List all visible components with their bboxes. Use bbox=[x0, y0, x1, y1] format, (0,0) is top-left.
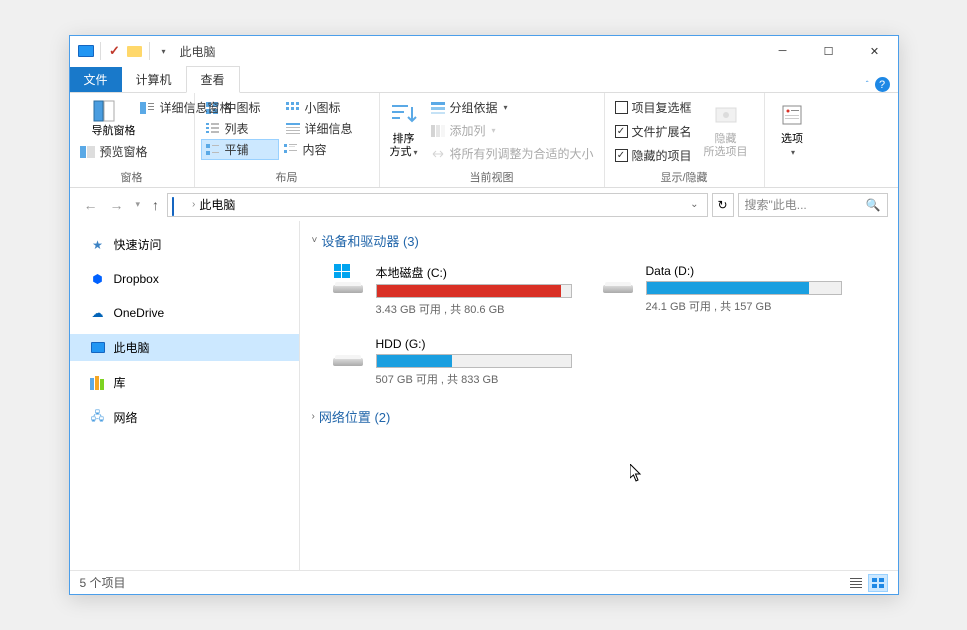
sidebar-item-thispc[interactable]: 此电脑 bbox=[70, 334, 299, 361]
layout-content-button[interactable]: 内容 bbox=[279, 139, 359, 160]
tab-file[interactable]: 文件 bbox=[70, 67, 122, 92]
recent-dropdown-icon[interactable]: ▾ bbox=[132, 197, 145, 212]
drive-item[interactable]: 本地磁盘 (C:) 3.43 GB 可用 , 共 80.6 GB bbox=[326, 260, 576, 321]
sidebar-item-dropbox[interactable]: ⬢Dropbox bbox=[70, 266, 299, 292]
sidebar-item-quick[interactable]: ★快速访问 bbox=[70, 231, 299, 258]
titlebar: ✓ ▾ 此电脑 ─ ☐ ✕ bbox=[70, 36, 898, 66]
nav-pane-button[interactable]: 导航窗格 bbox=[90, 97, 138, 140]
libraries-icon bbox=[90, 375, 106, 391]
layout-small-button[interactable]: 小图标 bbox=[281, 97, 361, 118]
help-icon[interactable]: ? bbox=[875, 77, 890, 92]
layout-list-button[interactable]: 列表 bbox=[201, 118, 281, 139]
details-view-button[interactable] bbox=[846, 574, 866, 592]
up-button[interactable]: ↑ bbox=[148, 195, 163, 215]
search-placeholder: 搜索"此电... bbox=[745, 196, 807, 213]
checkbox-icon bbox=[615, 101, 628, 114]
tab-computer[interactable]: 计算机 bbox=[122, 67, 186, 92]
search-icon: 🔍 bbox=[866, 198, 881, 212]
network-icon: 🖧 bbox=[90, 410, 106, 426]
layout-tiles-button[interactable]: 平铺 bbox=[201, 139, 279, 160]
drive-name: Data (D:) bbox=[646, 264, 842, 278]
explorer-window: ✓ ▾ 此电脑 ─ ☐ ✕ 文件 计算机 查看 ˆ ? bbox=[69, 35, 899, 595]
drive-item[interactable]: HDD (G:) 507 GB 可用 , 共 833 GB bbox=[326, 333, 576, 391]
hidden-items-toggle[interactable]: ✓隐藏的项目 bbox=[611, 145, 696, 166]
size-columns-button: 将所有列调整为合适的大小 bbox=[426, 143, 598, 164]
checkbox-items-toggle[interactable]: 项目复选框 bbox=[611, 97, 696, 118]
status-bar: 5 个项目 bbox=[70, 570, 898, 594]
ribbon-tabs: 文件 计算机 查看 ˆ ? bbox=[70, 66, 898, 93]
address-dropdown-icon[interactable]: ⌄ bbox=[686, 199, 702, 210]
extensions-toggle[interactable]: ✓文件扩展名 bbox=[611, 121, 696, 142]
checkbox-checked-icon: ✓ bbox=[615, 149, 628, 162]
drive-name: HDD (G:) bbox=[376, 337, 572, 351]
search-input[interactable]: 搜索"此电... 🔍 bbox=[738, 193, 888, 217]
back-button[interactable]: ← bbox=[80, 195, 102, 215]
sidebar-item-network[interactable]: 🖧网络 bbox=[70, 404, 299, 431]
checkbox-checked-icon: ✓ bbox=[615, 125, 628, 138]
sidebar-item-onedrive[interactable]: ☁OneDrive bbox=[70, 300, 299, 326]
hide-selected-button: 隐藏所选项目 bbox=[700, 97, 752, 167]
star-icon: ★ bbox=[90, 237, 106, 253]
group-label-panes: 窗格 bbox=[76, 167, 188, 187]
nav-sidebar: ★快速访问 ⬢Dropbox ☁OneDrive 此电脑 库 🖧网络 bbox=[70, 221, 300, 570]
refresh-button[interactable]: ↻ bbox=[712, 193, 734, 217]
group-label-currentview: 当前视图 bbox=[386, 167, 598, 187]
chevron-down-icon: ˅ bbox=[312, 235, 318, 246]
drive-usage-bar bbox=[646, 281, 842, 295]
drive-stat: 24.1 GB 可用 , 共 157 GB bbox=[646, 298, 842, 314]
add-columns-button: 添加列▾ bbox=[426, 120, 598, 141]
qat-dropdown-icon[interactable]: ▾ bbox=[156, 43, 172, 59]
drive-usage-bar bbox=[376, 354, 572, 368]
drive-stat: 3.43 GB 可用 , 共 80.6 GB bbox=[376, 301, 572, 317]
close-button[interactable]: ✕ bbox=[852, 36, 898, 66]
drive-name: 本地磁盘 (C:) bbox=[376, 264, 572, 281]
group-by-button[interactable]: 分组依据▾ bbox=[426, 97, 598, 118]
options-button[interactable]: 选项▾ bbox=[771, 97, 814, 171]
drive-stat: 507 GB 可用 , 共 833 GB bbox=[376, 371, 572, 387]
sidebar-item-libraries[interactable]: 库 bbox=[70, 369, 299, 396]
chevron-right-icon[interactable]: › bbox=[192, 199, 195, 210]
computer-icon bbox=[172, 198, 188, 212]
minimize-button[interactable]: ─ bbox=[760, 36, 806, 66]
section-network-header[interactable]: › 网络位置 (2) bbox=[312, 407, 886, 426]
nav-bar: ← → ▾ ↑ › 此电脑 ⌄ ↻ 搜索"此电... 🔍 bbox=[70, 188, 898, 221]
properties-qat-icon[interactable]: ✓ bbox=[107, 43, 123, 59]
chevron-right-icon: › bbox=[312, 411, 315, 422]
sort-by-button[interactable]: 排序方式▾ bbox=[386, 97, 422, 167]
breadcrumb-item[interactable]: 此电脑 bbox=[199, 196, 235, 213]
dropbox-icon: ⬢ bbox=[90, 271, 106, 287]
group-label-showhide: 显示/隐藏 bbox=[611, 167, 758, 187]
section-devices-header[interactable]: ˅ 设备和驱动器 (3) bbox=[312, 231, 886, 250]
ribbon-collapse-icon[interactable]: ˆ bbox=[866, 80, 869, 89]
computer-icon bbox=[78, 43, 94, 59]
details-pane-button[interactable]: 详细信息窗格 bbox=[136, 97, 236, 118]
drive-item[interactable]: Data (D:) 24.1 GB 可用 , 共 157 GB bbox=[596, 260, 846, 321]
tab-view[interactable]: 查看 bbox=[186, 66, 240, 93]
status-text: 5 个项目 bbox=[80, 574, 126, 591]
drive-usage-bar bbox=[376, 284, 572, 298]
content-area: ˅ 设备和驱动器 (3) 本地磁盘 (C:) 3.43 GB 可用 , 共 80… bbox=[300, 221, 898, 570]
computer-icon bbox=[90, 340, 106, 356]
maximize-button[interactable]: ☐ bbox=[806, 36, 852, 66]
onedrive-icon: ☁ bbox=[90, 305, 106, 321]
forward-button: → bbox=[106, 195, 128, 215]
newfolder-qat-icon[interactable] bbox=[127, 43, 143, 59]
preview-pane-button[interactable]: 预览窗格 bbox=[76, 141, 152, 162]
drive-icon bbox=[330, 264, 366, 300]
window-title: 此电脑 bbox=[180, 43, 216, 60]
large-icons-view-button[interactable] bbox=[868, 574, 888, 592]
ribbon: 导航窗格 预览窗格 详细信息窗格 窗格 中图标 小图标 列表 详细信息 bbox=[70, 93, 898, 188]
drive-icon bbox=[330, 337, 366, 373]
drive-icon bbox=[600, 264, 636, 300]
layout-details-button[interactable]: 详细信息 bbox=[281, 118, 369, 139]
group-label-layout: 布局 bbox=[201, 167, 373, 187]
address-bar[interactable]: › 此电脑 ⌄ bbox=[167, 193, 707, 217]
